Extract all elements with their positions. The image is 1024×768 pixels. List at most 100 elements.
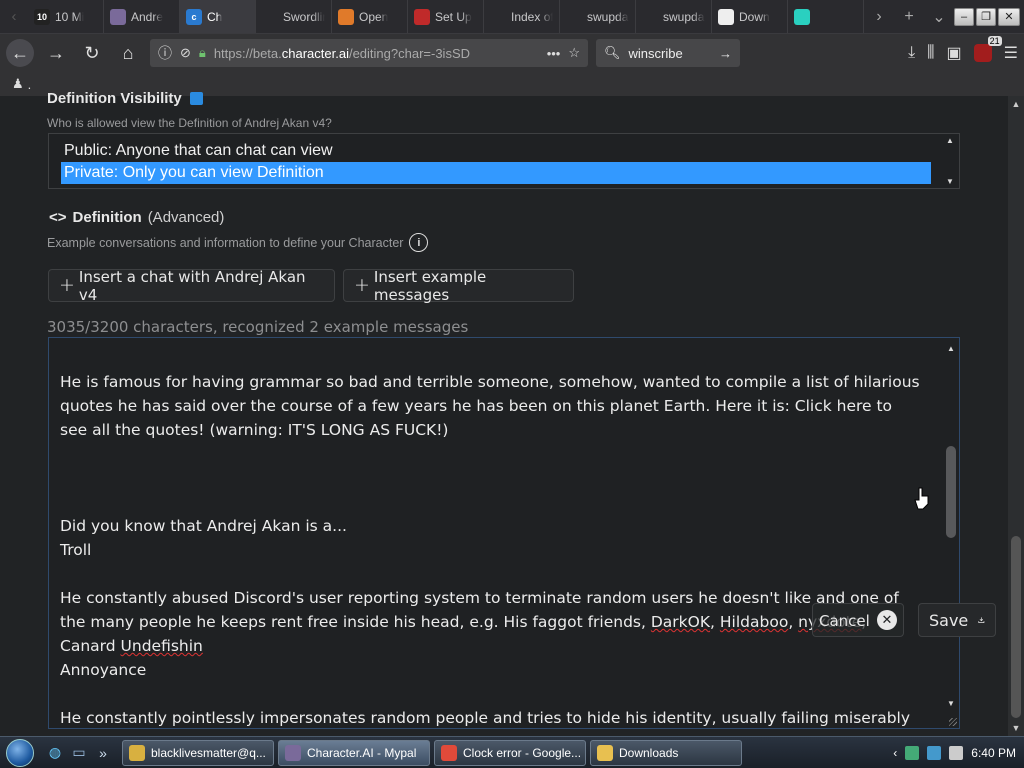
text-paragraph: Did you know that Andrej Akan is a... <box>60 517 347 535</box>
misspelled-word: Hildaboo <box>719 613 789 631</box>
text-paragraph: He is famous for having grammar so bad a… <box>60 373 925 439</box>
scroll-down-icon[interactable]: ▼ <box>1008 720 1024 736</box>
page-scrollbar[interactable]: ▲ ▼ <box>1008 96 1024 736</box>
taskbar-item[interactable]: Downloads <box>590 739 742 766</box>
desktop-quicklaunch-icon[interactable]: ▭ <box>70 744 88 762</box>
insert-examples-label: Insert example messages <box>373 267 487 304</box>
search-go-icon[interactable]: → <box>719 46 732 61</box>
plus-icon: + <box>59 274 75 296</box>
bookmark-label[interactable]: . <box>28 77 32 92</box>
toolbar-right: ⤓ ⫼ ▣ 21 ☰ <box>908 36 1018 63</box>
resize-grip-icon[interactable] <box>949 718 957 726</box>
search-bar[interactable]: 🔍︎ winscribe → <box>596 39 740 67</box>
definition-heading: <> Definition (Advanced) <box>49 209 224 226</box>
scroll-up-icon[interactable]: ▲ <box>946 136 954 145</box>
option-public[interactable]: Public: Anyone that can chat can view <box>61 140 931 162</box>
option-private[interactable]: Private: Only you can view Definition <box>61 162 931 184</box>
scroll-thumb[interactable] <box>946 446 956 538</box>
tab-favicon-icon: 10 <box>34 8 50 25</box>
sidebar-icon[interactable]: ▣ <box>947 43 962 63</box>
tab-2[interactable]: c Ch <box>180 0 256 33</box>
menu-icon[interactable]: ☰ <box>1004 43 1018 63</box>
scroll-down-icon[interactable]: ▼ <box>943 699 959 708</box>
tray-expand-icon[interactable]: ‹ <box>893 746 897 760</box>
tab-6[interactable]: Index of / <box>484 0 560 33</box>
definition-text[interactable]: He is famous for having grammar so bad a… <box>60 370 920 728</box>
new-tab-icon[interactable]: + <box>894 0 924 33</box>
bookmark-favicon-icon[interactable]: ♟ <box>12 76 24 92</box>
ublock-badge: 21 <box>987 36 1002 46</box>
textarea-scrollbar[interactable]: ▲ ▼ <box>943 338 959 728</box>
scroll-down-icon[interactable]: ▼ <box>946 177 954 186</box>
scroll-thumb[interactable] <box>1011 536 1021 718</box>
bookmark-star-icon[interactable]: ☆ <box>568 45 580 61</box>
tab-list: 10 10 Mi Andre c Ch Swordlink Open Set Up Index … <box>28 0 864 33</box>
back-icon[interactable]: ← <box>6 39 34 67</box>
network-tray-icon[interactable] <box>905 745 920 760</box>
volume-tray-icon[interactable] <box>949 745 964 760</box>
taskbar-item[interactable]: blacklivesmatter@q... <box>122 739 274 766</box>
tab-1[interactable]: Andre <box>104 0 180 33</box>
hand-cursor-icon <box>914 487 929 510</box>
tab-7[interactable]: swupdate <box>560 0 636 33</box>
library-icon[interactable]: ⫼ <box>927 44 934 62</box>
browser-quicklaunch-icon[interactable]: ◍ <box>46 744 64 762</box>
tab-10[interactable] <box>788 0 864 33</box>
definition-textarea[interactable]: He is famous for having grammar so bad a… <box>48 337 960 729</box>
more-quicklaunch-icon[interactable]: » <box>94 744 112 762</box>
tab-favicon-icon <box>718 8 734 25</box>
cancel-button[interactable]: Cancel ✕ <box>812 603 904 637</box>
restore-icon[interactable]: ❐ <box>976 7 996 26</box>
definition-note: (Advanced) <box>147 209 225 226</box>
taskbar-items: blacklivesmatter@q... Character.AI - Mypa… <box>118 739 742 766</box>
tab-8[interactable]: swupdate <box>636 0 712 33</box>
window-controls: – ❐ ✕ <box>954 0 1024 33</box>
minimize-icon[interactable]: – <box>954 7 974 26</box>
tab-list-dropdown-icon[interactable]: ⌄ <box>924 0 954 33</box>
save-button[interactable]: Save <box>918 603 996 637</box>
tab-0[interactable]: 10 10 Mi <box>28 0 104 33</box>
ublock-icon[interactable]: 21 <box>973 36 1002 62</box>
tab-5[interactable]: Set Up <box>408 0 484 33</box>
start-button[interactable] <box>0 737 40 768</box>
taskbar-app-icon <box>129 744 145 761</box>
insert-chat-button[interactable]: + Insert a chat with Andrej Akan v4 <box>48 268 335 304</box>
url-bar[interactable]: ⓘ ⊘ 🔒︎ https://beta.character.ai/editing… <box>150 39 588 67</box>
screen: { "browser": { "tabs": [ {"label": "10 M… <box>0 0 1024 768</box>
clock[interactable]: 6:40 PM <box>971 746 1016 760</box>
visibility-select[interactable]: Public: Anyone that can chat can view Pr… <box>48 133 960 189</box>
definition-subtitle-row: Example conversations and information to… <box>47 233 429 252</box>
taskbar-item[interactable]: Clock error - Google... <box>434 739 586 766</box>
tab-scroll-right-icon[interactable]: › <box>864 0 894 33</box>
text-paragraph: He constantly pointlessly impersonates r… <box>60 709 911 727</box>
tab-4[interactable]: Open <box>332 0 408 33</box>
search-icon: 🔍︎ <box>604 45 621 60</box>
cancel-label: Cancel <box>819 612 870 630</box>
tab-favicon-icon <box>110 8 126 25</box>
tab-scroll-left-icon[interactable]: ‹ <box>0 0 28 33</box>
scroll-up-icon[interactable]: ▲ <box>943 344 959 353</box>
insert-examples-button[interactable]: + Insert example messages <box>343 267 574 304</box>
listbox-scrollbar[interactable]: ▲ ▼ <box>943 136 957 186</box>
reload-icon[interactable]: ↻ <box>78 39 106 67</box>
info-icon[interactable]: i <box>409 233 429 252</box>
misspelled-word: DarkOK <box>650 613 711 631</box>
home-icon[interactable]: ⌂ <box>114 39 142 67</box>
tab-9[interactable]: Down <box>712 0 788 33</box>
scroll-up-icon[interactable]: ▲ <box>1008 96 1024 112</box>
close-window-icon[interactable]: ✕ <box>998 7 1020 26</box>
tab-3[interactable]: Swordlink <box>256 0 332 33</box>
lock-badge-icon <box>189 92 203 105</box>
site-info-icon[interactable]: ⓘ <box>158 43 172 63</box>
forward-icon[interactable]: → <box>42 39 70 67</box>
display-tray-icon[interactable] <box>927 745 942 760</box>
downloads-icon[interactable]: ⤓ <box>908 44 915 62</box>
download-icon <box>978 617 985 623</box>
url-text[interactable]: https://beta.character.ai/editing?char=-… <box>214 46 539 61</box>
taskbar-item[interactable]: Character.AI - Mypal <box>278 739 430 766</box>
tracking-protection-icon[interactable]: ⊘ <box>180 45 191 61</box>
page-actions-icon[interactable]: ••• <box>547 46 561 61</box>
tab-title: Andre <box>131 9 164 24</box>
search-input[interactable]: winscribe <box>629 46 711 61</box>
misspelled-word: Undefishin <box>120 637 203 655</box>
